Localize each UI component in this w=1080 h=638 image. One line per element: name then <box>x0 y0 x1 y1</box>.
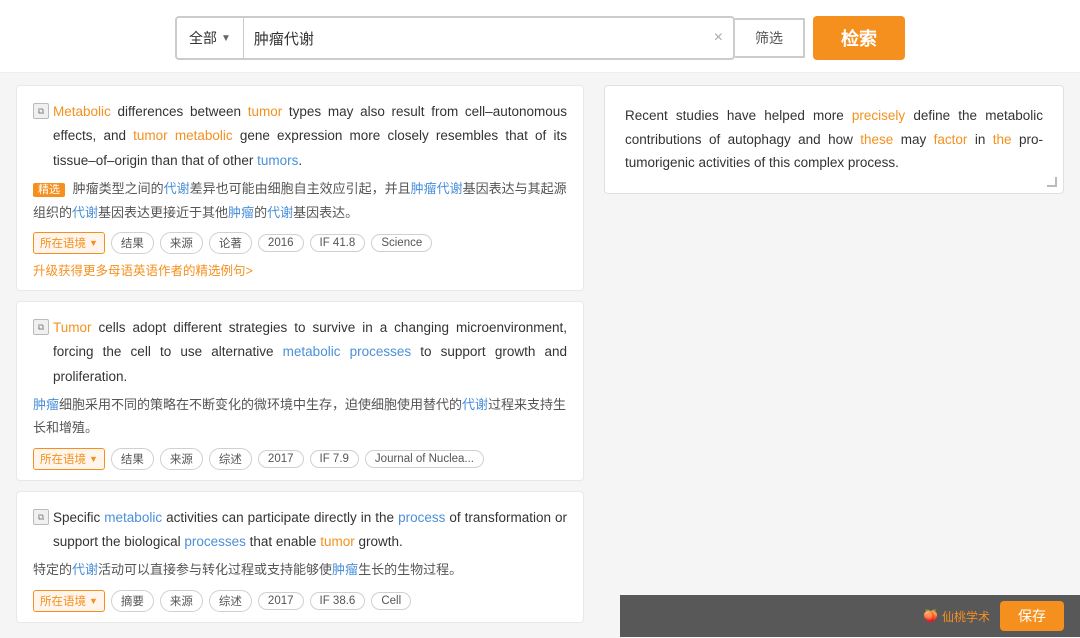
tag-type-1[interactable]: 论著 <box>209 232 252 254</box>
highlight-factor: factor <box>934 132 968 147</box>
result-item-2: ⧉ Tumor cells adopt different strategies… <box>16 301 584 481</box>
tag-type-2[interactable]: 综述 <box>209 448 252 470</box>
result-item-3: ⧉ Specific metabolic activities can part… <box>16 491 584 623</box>
tag-source-3[interactable]: 来源 <box>160 590 203 612</box>
tag-chevron-1: ▼ <box>89 238 98 248</box>
highlight-tumor-1: tumor <box>248 104 283 119</box>
highlight-process-1: process <box>398 510 445 525</box>
result-chinese-1: 精选 肿瘤类型之间的代谢差异也可能由细胞自主效应引起，并且肿瘤代谢基因表达与其起… <box>33 177 567 224</box>
cn-highlight-9: 肿瘤 <box>332 562 358 577</box>
result-header-3: ⧉ Specific metabolic activities can part… <box>33 506 567 559</box>
highlight-processes-1: processes <box>184 534 246 549</box>
category-dropdown[interactable]: 全部 ▼ <box>177 18 244 58</box>
highlight-metabolic-1: Metabolic <box>53 104 111 119</box>
result-english-2: Tumor cells adopt different strategies t… <box>53 316 567 389</box>
tag-context-2[interactable]: 所在语境 ▼ <box>33 448 105 470</box>
result-header: ⧉ Metabolic differences between tumor ty… <box>33 100 567 177</box>
cn-highlight-3: 代谢 <box>72 205 98 220</box>
result-item: ⧉ Metabolic differences between tumor ty… <box>16 85 584 291</box>
tag-if-1[interactable]: IF 41.8 <box>310 234 366 252</box>
tag-type-3[interactable]: 综述 <box>209 590 252 612</box>
tag-chevron-3: ▼ <box>89 596 98 606</box>
cn-highlight-2: 肿瘤代谢 <box>411 181 463 196</box>
tag-journal-2[interactable]: Journal of Nuclea... <box>365 450 484 468</box>
brand-icon: 🍑 <box>923 609 938 623</box>
highlight-tumor-3: Tumor <box>53 320 92 335</box>
cn-highlight-8: 代谢 <box>72 562 98 577</box>
tag-year-1[interactable]: 2016 <box>258 234 304 252</box>
results-pane: ⧉ Metabolic differences between tumor ty… <box>16 85 594 626</box>
search-bar: 全部 ▼ × 筛选 检索 <box>0 0 1080 73</box>
save-button[interactable]: 保存 <box>1000 601 1064 631</box>
tag-abstract-3[interactable]: 摘要 <box>111 590 154 612</box>
upgrade-link[interactable]: 升级获得更多母语英语作者的精选例句> <box>33 254 567 280</box>
cn-highlight-5: 代谢 <box>267 205 293 220</box>
cn-highlight-7: 代谢 <box>462 397 488 412</box>
cn-highlight-6: 肿瘤 <box>33 397 59 412</box>
resize-handle[interactable] <box>1047 177 1057 187</box>
highlight-the: the <box>993 132 1012 147</box>
result-chinese-2: 肿瘤细胞采用不同的策略在不断变化的微环境中生存，迫使细胞使用替代的代谢过程来支持… <box>33 393 567 440</box>
result-english-1: Metabolic differences between tumor type… <box>53 100 567 173</box>
bottom-bar: 🍑 仙桃学术 保存 <box>620 595 1080 637</box>
tag-if-2[interactable]: IF 7.9 <box>310 450 359 468</box>
result-chinese-3: 特定的代谢活动可以直接参与转化过程或支持能够使肿瘤生长的生物过程。 <box>33 558 567 581</box>
tag-context-3[interactable]: 所在语境 ▼ <box>33 590 105 612</box>
clear-icon[interactable]: × <box>704 18 733 58</box>
highlight-precisely: precisely <box>852 108 905 123</box>
highlight-metabolic-2: metabolic <box>175 128 233 143</box>
result-english-3: Specific metabolic activities can partic… <box>53 506 567 555</box>
tag-year-3[interactable]: 2017 <box>258 592 304 610</box>
tag-journal-1[interactable]: Science <box>371 234 432 252</box>
context-text: Recent studies have helped more precisel… <box>625 104 1043 175</box>
search-container: 全部 ▼ × <box>175 16 735 60</box>
tag-source-1[interactable]: 来源 <box>160 232 203 254</box>
highlight-tumors-1: tumors <box>257 153 298 168</box>
cn-highlight-4: 肿瘤 <box>228 205 254 220</box>
tag-result-2[interactable]: 结果 <box>111 448 154 470</box>
highlight-tumor-2: tumor <box>133 128 168 143</box>
category-chevron-icon: ▼ <box>221 33 231 44</box>
tag-result-1[interactable]: 结果 <box>111 232 154 254</box>
cn-highlight-1: 代谢 <box>164 181 190 196</box>
tag-year-2[interactable]: 2017 <box>258 450 304 468</box>
tags-row-2: 所在语境 ▼ 结果 来源 综述 2017 IF 7.9 Journal of N… <box>33 448 567 470</box>
category-label: 全部 <box>189 28 217 48</box>
copy-icon[interactable]: ⧉ <box>33 103 49 119</box>
filter-button[interactable]: 筛选 <box>735 18 805 58</box>
search-button[interactable]: 检索 <box>813 16 905 60</box>
jingxuan-badge-1: 精选 <box>33 183 65 197</box>
brand-name: 仙桃学术 <box>942 608 990 625</box>
tags-row-3: 所在语境 ▼ 摘要 来源 综述 2017 IF 38.6 Cell <box>33 590 567 612</box>
tags-row-1: 所在语境 ▼ 结果 来源 论著 2016 IF 41.8 Science <box>33 232 567 254</box>
copy-icon-2[interactable]: ⧉ <box>33 319 49 335</box>
context-pane: Recent studies have helped more precisel… <box>604 85 1064 194</box>
tag-chevron-2: ▼ <box>89 454 98 464</box>
highlight-metabolic-3: metabolic processes <box>283 344 411 359</box>
tag-context-1[interactable]: 所在语境 ▼ <box>33 232 105 254</box>
result-header-2: ⧉ Tumor cells adopt different strategies… <box>33 316 567 393</box>
search-input[interactable] <box>244 18 704 58</box>
tag-journal-3[interactable]: Cell <box>371 592 411 610</box>
brand-logo: 🍑 仙桃学术 <box>923 608 990 625</box>
highlight-these: these <box>860 132 893 147</box>
main-content: ⧉ Metabolic differences between tumor ty… <box>0 73 1080 638</box>
tag-if-3[interactable]: IF 38.6 <box>310 592 366 610</box>
copy-icon-3[interactable]: ⧉ <box>33 509 49 525</box>
tag-source-2[interactable]: 来源 <box>160 448 203 470</box>
highlight-tumor-4: tumor <box>320 534 355 549</box>
highlight-metabolic-4: metabolic <box>104 510 162 525</box>
